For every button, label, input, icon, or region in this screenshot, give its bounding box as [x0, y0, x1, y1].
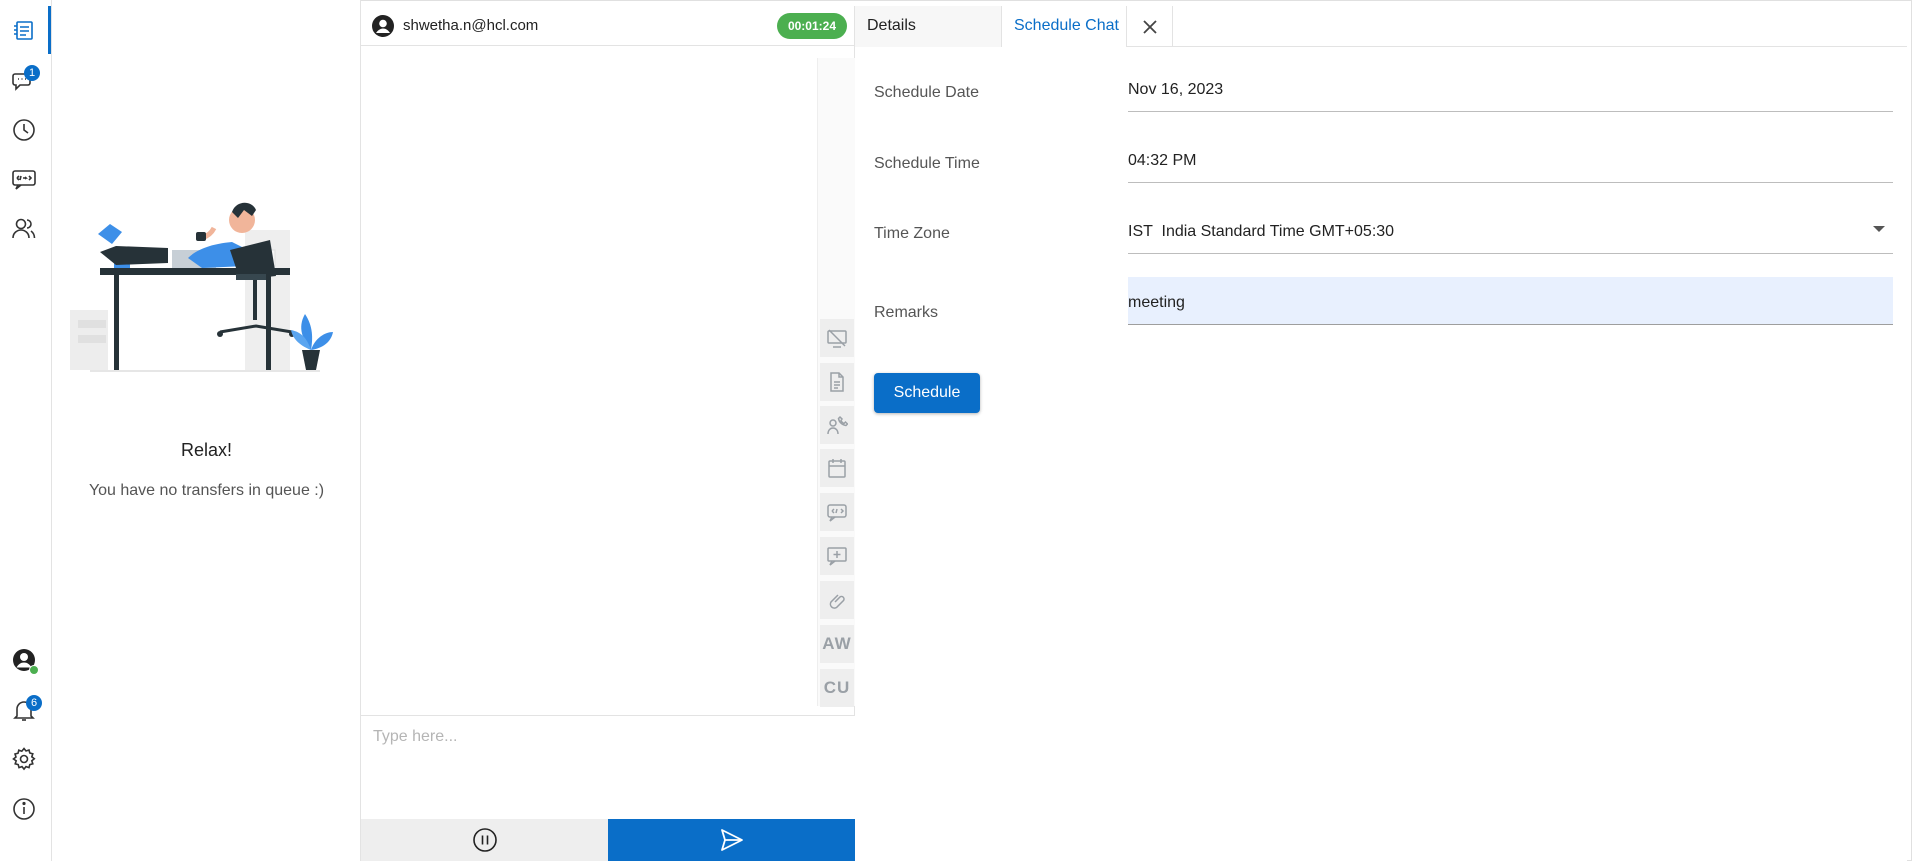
- add-comment-icon[interactable]: [820, 537, 854, 575]
- remarks-label: Remarks: [874, 304, 939, 321]
- chat-badge: 1: [24, 65, 40, 81]
- transfer-queue-panel: Relax! You have no transfers in queue :): [52, 0, 361, 861]
- queue-list-icon[interactable]: [0, 10, 48, 50]
- time-zone-value: IST India Standard Time GMT+05:30: [1128, 223, 1395, 240]
- chat-action-bar: [361, 819, 855, 861]
- pause-icon: [472, 828, 497, 852]
- details-panel: Details Schedule Chat Schedule Date Nov …: [855, 6, 1907, 861]
- chevron-down-icon: [1873, 226, 1885, 232]
- empty-queue-message: You have no transfers in queue :): [88, 482, 325, 499]
- chat-panel: shwetha.n@hcl.com 00:01:24 AW CU: [361, 6, 855, 861]
- notification-badge: 6: [26, 695, 42, 711]
- time-zone-label: Time Zone: [874, 225, 950, 242]
- schedule-time-value: 04:32 PM: [1128, 152, 1197, 169]
- active-indicator: [48, 6, 51, 54]
- close-icon: [1142, 19, 1157, 34]
- aw-button[interactable]: AW: [820, 625, 854, 663]
- remarks-field[interactable]: meeting: [1128, 277, 1893, 325]
- close-tab-button[interactable]: [1127, 6, 1173, 47]
- details-tabs: Details Schedule Chat: [855, 6, 1907, 47]
- cu-button[interactable]: CU: [820, 669, 854, 707]
- send-button[interactable]: [608, 819, 855, 861]
- chat-timer-badge: 00:01:24: [776, 13, 847, 39]
- pause-button[interactable]: [361, 819, 608, 861]
- time-zone-select[interactable]: IST India Standard Time GMT+05:30: [1128, 206, 1893, 254]
- settings-gear-icon[interactable]: [0, 739, 48, 779]
- message-input[interactable]: [361, 716, 855, 819]
- call-icon[interactable]: [820, 406, 854, 444]
- chat-header: shwetha.n@hcl.com 00:01:24: [361, 6, 855, 46]
- left-nav-rail: 1 6: [0, 0, 52, 861]
- history-clock-icon[interactable]: [0, 110, 48, 150]
- relaxing-person-illustration: [70, 202, 333, 372]
- customer-avatar-icon: [372, 14, 394, 37]
- notification-bell-icon[interactable]: 6: [0, 690, 48, 730]
- chat-icon[interactable]: 1: [0, 61, 48, 101]
- transcript-icon[interactable]: [820, 363, 854, 401]
- chat-tool-strip: AW CU: [817, 58, 855, 707]
- remarks-value: meeting: [1128, 294, 1185, 311]
- schedule-date-field[interactable]: Nov 16, 2023: [1128, 64, 1893, 112]
- canned-message-icon[interactable]: [0, 159, 48, 199]
- attachment-icon[interactable]: [820, 581, 854, 619]
- schedule-date-label: Schedule Date: [874, 84, 979, 101]
- customer-email: shwetha.n@hcl.com: [403, 17, 539, 34]
- schedule-date-value: Nov 16, 2023: [1128, 81, 1224, 98]
- contacts-icon[interactable]: [0, 208, 48, 248]
- schedule-time-field[interactable]: 04:32 PM: [1128, 135, 1893, 183]
- schedule-button[interactable]: Schedule: [874, 373, 980, 413]
- online-status-dot: [29, 665, 39, 675]
- quick-reply-icon[interactable]: [820, 493, 854, 531]
- calendar-icon[interactable]: [820, 449, 854, 487]
- empty-queue-title: Relax!: [180, 440, 233, 460]
- info-icon[interactable]: [0, 789, 48, 829]
- tab-details[interactable]: Details: [855, 6, 1002, 47]
- hide-screen-icon[interactable]: [820, 319, 854, 357]
- tab-schedule-chat[interactable]: Schedule Chat: [1002, 6, 1127, 47]
- schedule-time-label: Schedule Time: [874, 155, 980, 172]
- message-composer: [361, 715, 855, 819]
- send-icon: [720, 829, 743, 851]
- agent-status-icon[interactable]: [0, 640, 48, 680]
